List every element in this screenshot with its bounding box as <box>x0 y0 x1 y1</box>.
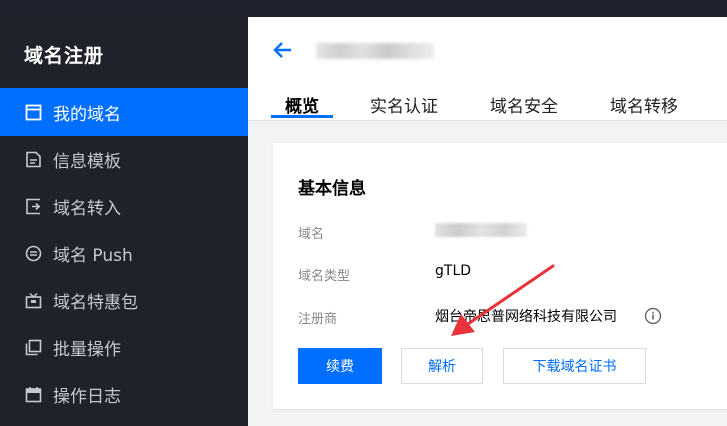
sidebar: 域名注册 我的域名 信息模板 域名转入 域名 Push 域名特惠包 批量操作 操… <box>0 17 248 426</box>
domain-title-redacted <box>316 43 434 59</box>
card-title: 基本信息 <box>298 179 366 199</box>
sidebar-item-label: 域名 Push <box>53 245 133 266</box>
tab-domain-security[interactable]: 域名安全 <box>490 92 558 117</box>
sidebar-title: 域名注册 <box>24 45 105 67</box>
sidebar-item-label: 操作日志 <box>53 386 121 407</box>
tab-domain-transfer[interactable]: 域名转移 <box>610 92 678 117</box>
renew-button[interactable]: 续费 <box>298 348 382 384</box>
transfer-in-icon <box>24 197 42 215</box>
sidebar-item-label: 批量操作 <box>53 339 121 360</box>
active-tab-underline <box>271 115 333 118</box>
sidebar-item-label: 域名特惠包 <box>53 292 138 313</box>
main-content: 概览 实名认证 域名安全 域名转移 基本信息 域名 域名类型 gTLD 注册商 … <box>248 17 727 426</box>
arrow-left-icon[interactable] <box>272 39 294 61</box>
document-icon <box>24 150 42 168</box>
push-circle-icon <box>24 244 42 262</box>
registrar-value: 烟台帝思普网络科技有限公司 <box>435 309 617 325</box>
batch-copy-icon <box>24 338 42 356</box>
sidebar-item-operation-log[interactable]: 操作日志 <box>0 370 248 418</box>
domain-value-redacted <box>435 223 527 237</box>
calendar-icon <box>24 385 42 403</box>
sidebar-item-domain-package[interactable]: 域名特惠包 <box>0 276 248 324</box>
sidebar-item-domain-transfer-in[interactable]: 域名转入 <box>0 182 248 230</box>
sidebar-item-batch-operations[interactable]: 批量操作 <box>0 323 248 371</box>
field-label-domain-type: 域名类型 <box>298 269 351 284</box>
field-label-registrar: 注册商 <box>298 312 338 327</box>
sidebar-item-my-domains[interactable]: 我的域名 <box>0 88 248 136</box>
gift-package-icon <box>24 291 42 309</box>
top-bar <box>0 0 727 17</box>
sidebar-item-label: 信息模板 <box>53 151 121 172</box>
domain-type-value: gTLD <box>435 263 472 279</box>
download-cert-button[interactable]: 下载域名证书 <box>503 348 646 384</box>
info-circle-icon[interactable] <box>644 307 662 325</box>
resolve-button[interactable]: 解析 <box>401 348 483 384</box>
tab-overview[interactable]: 概览 <box>285 92 319 117</box>
sidebar-item-label: 域名转入 <box>53 198 121 219</box>
basic-info-card: 基本信息 域名 域名类型 gTLD 注册商 烟台帝思普网络科技有限公司 续费 解… <box>273 143 727 409</box>
sidebar-item-info-template[interactable]: 信息模板 <box>0 135 248 183</box>
field-label-domain: 域名 <box>298 227 325 242</box>
page-header: 概览 实名认证 域名安全 域名转移 <box>248 17 727 121</box>
sidebar-item-label: 我的域名 <box>53 104 121 125</box>
sidebar-item-domain-push[interactable]: 域名 Push <box>0 229 248 277</box>
browser-window-icon <box>24 103 42 121</box>
tab-real-name[interactable]: 实名认证 <box>370 92 438 117</box>
